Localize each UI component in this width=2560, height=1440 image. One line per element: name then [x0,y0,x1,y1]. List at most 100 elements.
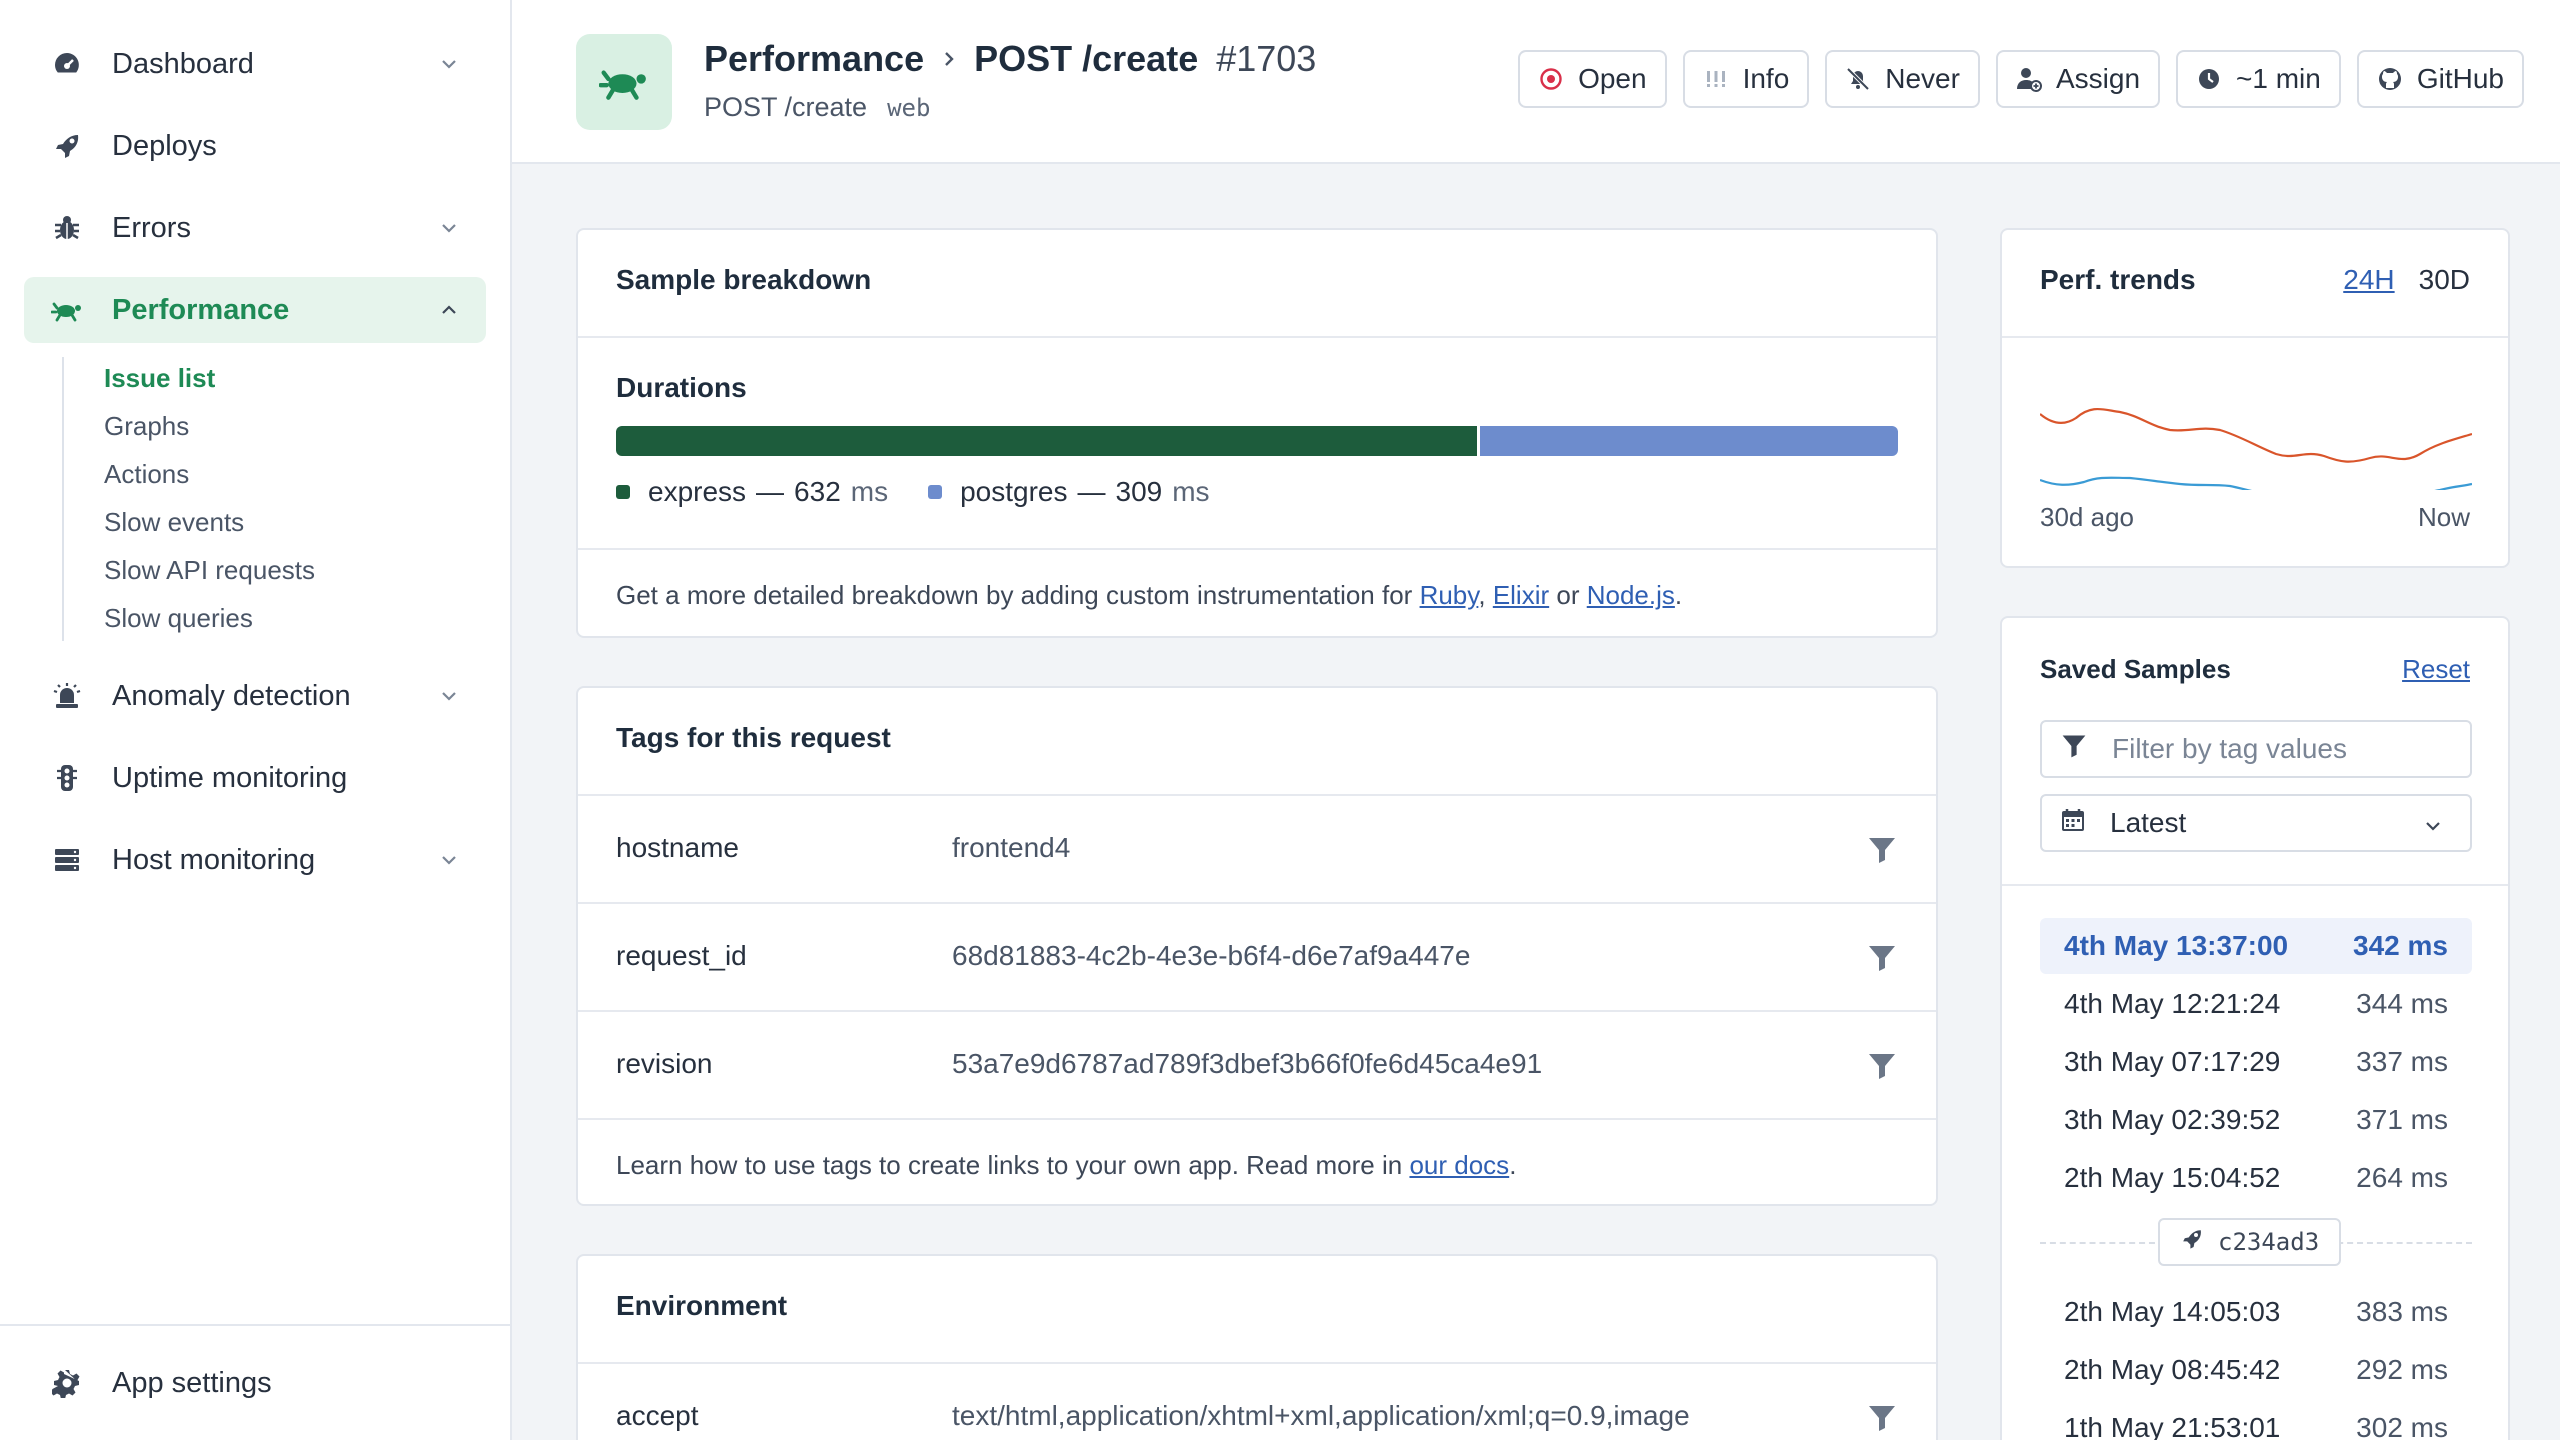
sidebar-item-label: Host monitoring [112,843,316,876]
filter-tag-field[interactable] [2112,733,2442,765]
chevron-up-icon [438,299,460,321]
exclamation-bars-icon [1703,66,1729,92]
duration-segment-express[interactable] [616,426,1478,456]
sample-row[interactable]: 2th May 08:45:42 292 ms [2040,1342,2472,1398]
sidebar-footer: App settings [0,1324,510,1440]
tags-card: Tags for this request hostname frontend4… [576,686,1938,1206]
tag-key: request_id [616,940,747,971]
tag-value: 53a7e9d6787ad789f3dbef3b66f0fe6d45ca4e91 [952,1048,1543,1079]
calendar-icon [2060,807,2086,840]
reset-link[interactable]: Reset [2402,654,2470,685]
assign-button[interactable]: Assign [1995,50,2161,108]
sample-row[interactable]: 2th May 15:04:52 264 ms [2040,1150,2472,1206]
severity-button[interactable]: Info [1682,50,1810,108]
card-title: Saved Samples [2040,654,2231,684]
sort-select[interactable]: Latest [2040,794,2472,852]
time-button[interactable]: ~1 min [2176,50,2341,108]
card-title: Environment [616,1290,788,1321]
divider [578,1118,1936,1120]
subnav-graphs[interactable]: Graphs [104,411,189,442]
sample-duration: 302 ms [2356,1412,2448,1440]
filter-tag-input[interactable] [2040,720,2472,778]
legend-item-postgres: postgres — 309 ms [928,476,1210,508]
trend-end-label: Now [2417,502,2470,532]
bug-icon [50,211,84,245]
note-text: Learn how to use tags to create links to… [616,1150,1410,1180]
subnav-slow-api-requests[interactable]: Slow API requests [104,555,315,586]
assign-label: Assign [2055,63,2141,94]
card-title: Tags for this request [616,722,891,753]
sample-duration: 337 ms [2356,1046,2448,1077]
divider [578,548,1936,550]
durations-legend: express — 632 ms postgres — 309 ms [616,476,1250,508]
docs-link[interactable]: our docs [1409,1150,1509,1180]
sidebar-item-label: Deploys [112,129,217,162]
env-value: text/html,application/xhtml+xml,applicat… [952,1400,1690,1431]
sidebar-item-host-monitoring[interactable]: Host monitoring [24,827,486,893]
sidebar-item-uptime-monitoring[interactable]: Uptime monitoring [24,745,486,811]
sidebar-item-dashboard[interactable]: Dashboard [24,31,486,97]
sample-row[interactable]: 4th May 12:21:24 344 ms [2040,976,2472,1032]
filter-icon[interactable] [1866,942,1898,974]
app-settings-link[interactable]: App settings [24,1350,486,1416]
sample-time: 2th May 14:05:03 [2064,1296,2281,1327]
deploy-marker[interactable]: c234ad3 [2158,1218,2342,1266]
duration-segment-postgres[interactable] [1477,426,1898,456]
open-state-button[interactable]: Open [1518,50,1667,108]
subnav-slow-queries[interactable]: Slow queries [104,603,253,634]
note-text: Get a more detailed breakdown by adding … [616,580,1420,610]
gear-icon [50,1366,84,1400]
chevron-down-icon [438,849,460,871]
performance-subnav: Issue list Graphs Actions Slow events Sl… [62,357,442,641]
card-title: Sample breakdown [616,264,872,295]
tag-key: revision [616,1048,713,1079]
chevron-down-icon [438,53,460,75]
notify-button[interactable]: Never [1825,50,1980,108]
app-settings-label: App settings [112,1366,272,1399]
sidebar-item-performance[interactable]: Performance [24,277,486,343]
subnav-issue-list[interactable]: Issue list [104,363,215,394]
subnav-slow-events[interactable]: Slow events [104,507,244,538]
breadcrumb-current: POST /create [974,38,1199,79]
sample-time: 1th May 21:53:01 [2064,1412,2281,1440]
legend-unit: ms [1172,476,1210,507]
sample-row[interactable]: 3th May 07:17:29 337 ms [2040,1034,2472,1090]
sample-row[interactable]: 4th May 13:37:00 342 ms [2040,918,2472,974]
open-circle-icon [1538,66,1564,92]
severity-label: Info [1742,63,1790,94]
chevron-down-icon [2422,812,2444,844]
env-row-accept: accept text/html,application/xhtml+xml,a… [578,1364,1936,1440]
filter-icon[interactable] [1866,1050,1898,1082]
note-comma: , [1478,580,1486,610]
breadcrumb-parent[interactable]: Performance [704,38,924,80]
sidebar-item-errors[interactable]: Errors [24,195,486,261]
nodejs-link[interactable]: Node.js [1587,580,1675,610]
legend-item-express: express — 632 ms [616,476,888,508]
siren-icon [50,679,84,713]
tag-row-hostname: hostname frontend4 [578,796,1936,904]
note-period: . [1674,580,1683,610]
turtle-icon [50,293,84,327]
filter-icon[interactable] [1866,834,1898,866]
tab-30d[interactable]: 30D [2419,264,2470,296]
sort-value: Latest [2110,807,2187,838]
ruby-link[interactable]: Ruby [1420,580,1479,610]
tab-24h[interactable]: 24H [2343,264,2394,296]
elixir-link[interactable]: Elixir [1493,580,1549,610]
action-name: POST /create [704,92,868,122]
tags-note: Learn how to use tags to create links to… [616,1150,1516,1181]
tag-key: hostname [616,832,739,863]
trend-line-primary [2040,407,2472,463]
github-button[interactable]: GitHub [2356,50,2524,108]
filter-icon[interactable] [1866,1402,1898,1434]
sample-row[interactable]: 1th May 21:53:01 302 ms [2040,1400,2472,1440]
sample-row[interactable]: 2th May 14:05:03 383 ms [2040,1284,2472,1340]
sidebar-item-deploys[interactable]: Deploys [24,113,486,179]
sidebar-item-anomaly-detection[interactable]: Anomaly detection [24,663,486,729]
sidebar-item-label: Performance [112,293,290,326]
subnav-actions[interactable]: Actions [104,459,189,490]
sample-breakdown-card: Sample breakdown Durations express — 632… [576,228,1938,638]
legend-separator: — [756,476,785,507]
sample-row[interactable]: 3th May 02:39:52 371 ms [2040,1092,2472,1148]
legend-unit: ms [850,476,889,507]
